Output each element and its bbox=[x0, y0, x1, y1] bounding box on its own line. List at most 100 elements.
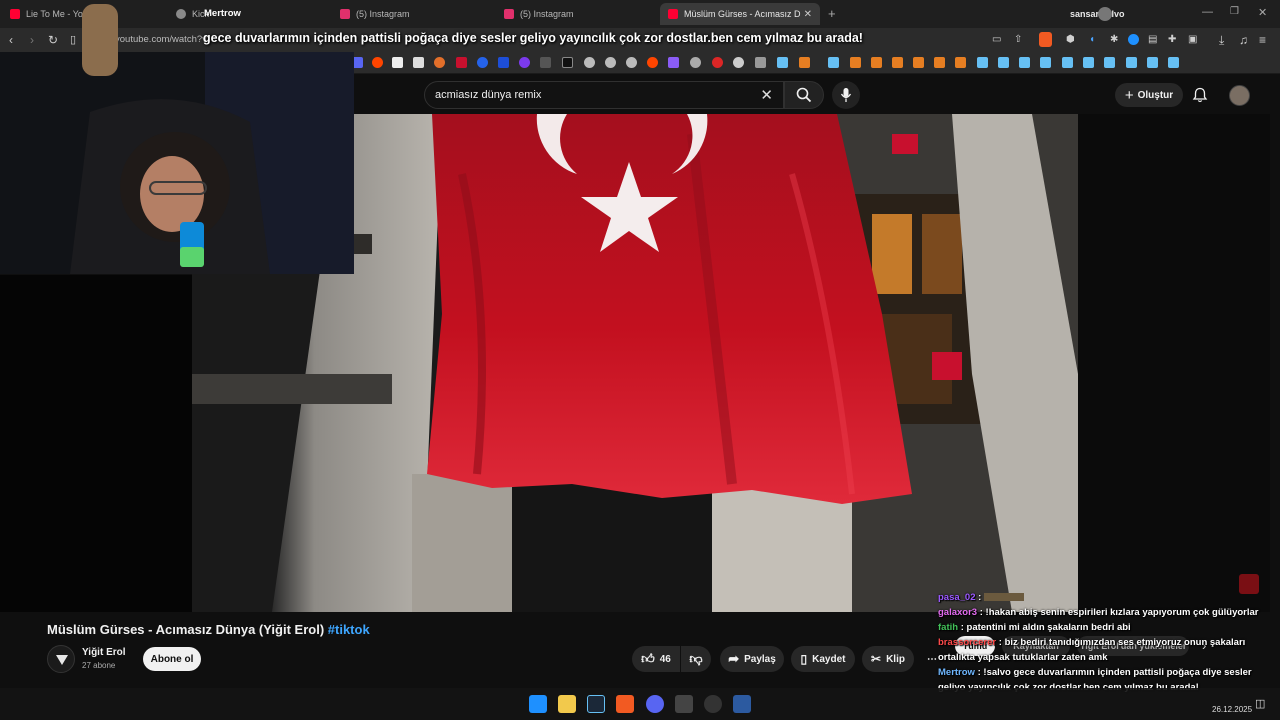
bookmark-icon[interactable] bbox=[955, 57, 966, 68]
discord-icon[interactable] bbox=[646, 695, 664, 713]
steam-icon[interactable] bbox=[1019, 57, 1030, 68]
profile-avatar[interactable] bbox=[1098, 7, 1112, 21]
channel-name[interactable]: Yiğit Erol bbox=[82, 647, 126, 658]
steam-icon[interactable] bbox=[828, 57, 839, 68]
bookmark-icon[interactable] bbox=[434, 57, 445, 68]
subscribe-button[interactable]: Abone ol bbox=[143, 647, 201, 671]
steam-icon[interactable] bbox=[587, 695, 605, 713]
notification-icon[interactable]: ◫ bbox=[1255, 697, 1265, 710]
tab-title: (5) Instagram bbox=[356, 9, 410, 19]
puzzle-icon[interactable]: ✱ bbox=[1110, 33, 1118, 47]
app-icon[interactable] bbox=[733, 695, 751, 713]
share-icon[interactable]: ⇧ bbox=[1014, 33, 1022, 47]
steam-icon[interactable] bbox=[1062, 57, 1073, 68]
bookmark-icon[interactable] bbox=[392, 57, 403, 68]
bookmark-icon[interactable] bbox=[456, 57, 467, 68]
bookmark-icon[interactable] bbox=[733, 57, 744, 68]
bookmark-icon[interactable] bbox=[540, 57, 551, 68]
bookmark-icon[interactable] bbox=[626, 57, 637, 68]
bookmark-icon[interactable] bbox=[519, 57, 530, 68]
bookmark-icon[interactable] bbox=[871, 57, 882, 68]
browser-tab-strip: Lie To Me - YouTube Kick (5) Instagram (… bbox=[0, 0, 1280, 28]
new-tab-button[interactable]: + bbox=[828, 6, 836, 21]
bookmark-icon[interactable]: ▯ bbox=[70, 33, 76, 47]
extension-icon[interactable]: ⬢ bbox=[1066, 33, 1075, 47]
extensions-icon[interactable]: ✚ bbox=[1168, 33, 1176, 47]
bookmark-icon[interactable] bbox=[584, 57, 595, 68]
save-button[interactable]: ▯ Kaydet bbox=[791, 646, 855, 672]
bookmark-icon[interactable] bbox=[413, 57, 424, 68]
obs-icon[interactable] bbox=[675, 695, 693, 713]
dislike-button[interactable]: 👎︎ bbox=[681, 646, 711, 672]
bookmark-icon[interactable] bbox=[477, 57, 488, 68]
search-button[interactable] bbox=[784, 81, 824, 109]
voice-search-button[interactable] bbox=[832, 81, 860, 109]
bookmark-icon[interactable] bbox=[892, 57, 903, 68]
chat-username: Mertrow bbox=[938, 667, 975, 678]
start-icon[interactable] bbox=[529, 695, 547, 713]
audio-icon[interactable]: ◖ bbox=[1089, 33, 1095, 47]
minimize-icon[interactable]: — bbox=[1202, 6, 1213, 18]
close-tab-icon[interactable]: ✕ bbox=[804, 9, 812, 20]
steam-icon[interactable] bbox=[1083, 57, 1094, 68]
chat-username: pasa_02 bbox=[938, 592, 976, 603]
create-button[interactable]: + Oluştur bbox=[1115, 83, 1183, 107]
app-icon[interactable] bbox=[704, 695, 722, 713]
notifications-bell-icon[interactable] bbox=[1192, 87, 1208, 103]
video-hashtag[interactable]: #tiktok bbox=[328, 622, 370, 637]
bookmark-icon[interactable] bbox=[562, 57, 573, 68]
steam-icon[interactable] bbox=[1104, 57, 1115, 68]
bookmark-icon[interactable] bbox=[799, 57, 810, 68]
youtube-icon bbox=[10, 9, 20, 19]
vpn-icon[interactable] bbox=[1128, 34, 1139, 45]
channel-avatar[interactable] bbox=[47, 645, 75, 673]
reload-icon[interactable]: ↻ bbox=[48, 33, 58, 47]
bookmark-save-icon: ▯ bbox=[800, 652, 808, 666]
download-icon[interactable]: ⤓ bbox=[1219, 33, 1224, 47]
bookmark-icon[interactable] bbox=[372, 57, 383, 68]
cast-icon[interactable]: ▭ bbox=[992, 33, 1001, 47]
chat-username: brassorcerer bbox=[938, 637, 997, 648]
steam-icon[interactable] bbox=[1168, 57, 1179, 68]
bookmark-icon[interactable] bbox=[934, 57, 945, 68]
close-window-icon[interactable]: ✕ bbox=[1258, 6, 1267, 19]
music-icon[interactable]: ♫ bbox=[1239, 33, 1248, 47]
steam-icon[interactable] bbox=[1147, 57, 1158, 68]
steam-icon[interactable] bbox=[998, 57, 1009, 68]
bookmark-icon[interactable] bbox=[605, 57, 616, 68]
steam-icon[interactable] bbox=[777, 57, 788, 68]
brave-shield-icon[interactable] bbox=[1039, 32, 1052, 47]
clip-button[interactable]: ✂ Klip bbox=[862, 646, 914, 672]
share-button[interactable]: ➦ Paylaş bbox=[720, 646, 784, 672]
like-button[interactable]: 👍︎ 46 bbox=[632, 646, 680, 672]
bookmark-icon[interactable] bbox=[647, 57, 658, 68]
steam-icon[interactable] bbox=[1040, 57, 1051, 68]
menu-icon[interactable]: ≡ bbox=[1259, 33, 1266, 47]
bookmark-icon[interactable] bbox=[712, 57, 723, 68]
wallet-icon[interactable]: ▣ bbox=[1188, 33, 1197, 47]
tab-muslum-gurses[interactable]: Müslüm Gürses - Acımasız D ✕ bbox=[660, 3, 820, 25]
back-icon[interactable]: ‹ bbox=[9, 33, 13, 47]
bookmark-icon[interactable] bbox=[668, 57, 679, 68]
tab-title: (5) Instagram bbox=[520, 9, 574, 19]
bookmark-icon[interactable] bbox=[850, 57, 861, 68]
steam-icon[interactable] bbox=[977, 57, 988, 68]
file-explorer-icon[interactable] bbox=[558, 695, 576, 713]
url-field[interactable]: youtube.com/watch?v bbox=[115, 34, 207, 45]
folder-icon[interactable] bbox=[755, 57, 766, 68]
search-query: acmiasız dünya remix bbox=[435, 89, 542, 101]
sidebar-icon[interactable]: ▤ bbox=[1148, 33, 1157, 47]
tab-instagram-2[interactable]: (5) Instagram bbox=[496, 3, 646, 25]
bookmark-icon[interactable] bbox=[690, 57, 701, 68]
bookmark-icon[interactable] bbox=[913, 57, 924, 68]
clear-search-icon[interactable]: ✕ bbox=[760, 86, 773, 104]
maximize-icon[interactable]: ❐ bbox=[1230, 6, 1239, 17]
bookmark-icon[interactable] bbox=[498, 57, 509, 68]
forward-icon[interactable]: › bbox=[30, 33, 34, 47]
search-input[interactable]: acmiasız dünya remix ✕ bbox=[424, 81, 784, 109]
steam-icon[interactable] bbox=[1126, 57, 1137, 68]
tab-instagram-1[interactable]: (5) Instagram bbox=[332, 3, 482, 25]
brave-browser-icon[interactable] bbox=[616, 695, 634, 713]
chat-message: pasa_02 : bbox=[938, 590, 1268, 605]
account-avatar[interactable] bbox=[1229, 85, 1250, 106]
